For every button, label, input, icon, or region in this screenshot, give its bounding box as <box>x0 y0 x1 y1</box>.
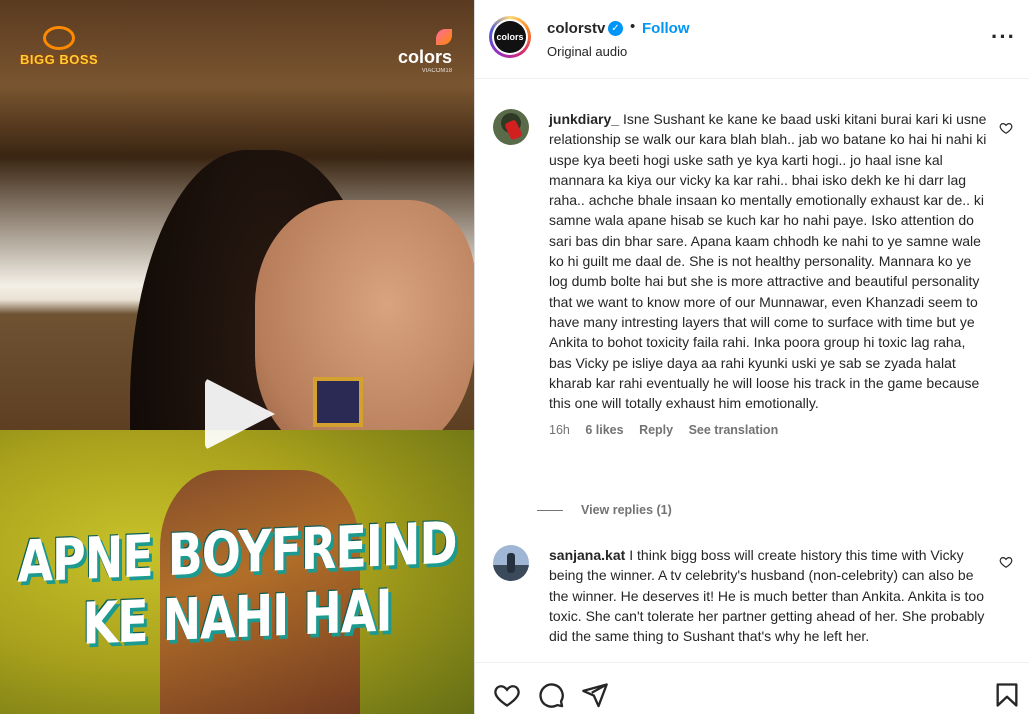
audio-label[interactable]: Original audio <box>547 44 627 59</box>
comment-meta: 16h 6 likes Reply See translation <box>549 420 989 440</box>
verified-badge-icon: ✓ <box>608 21 623 36</box>
separator-dot: • <box>630 18 636 35</box>
more-options-icon[interactable]: ··· <box>991 24 1016 50</box>
reply-button[interactable]: Reply <box>639 423 673 437</box>
avatar[interactable]: colors <box>489 16 531 58</box>
see-translation-button[interactable]: See translation <box>689 423 779 437</box>
post-username[interactable]: colorstv <box>547 20 605 37</box>
heart-icon[interactable] <box>999 555 1013 569</box>
comment-username[interactable]: sanjana.kat <box>549 547 625 563</box>
share-icon[interactable] <box>581 681 609 709</box>
bookmark-icon[interactable] <box>993 681 1021 709</box>
comments-list[interactable]: junkdiary_ Isne Sushant ke kane ke baad u… <box>475 79 1029 662</box>
follow-button[interactable]: Follow <box>642 20 690 37</box>
comment-avatar[interactable] <box>493 545 529 581</box>
video-frame-face <box>255 200 474 460</box>
video-frame-earring <box>313 377 363 427</box>
heart-icon[interactable] <box>999 121 1013 135</box>
reel-video[interactable]: BIGG BOSS colors VIACOM18 APNE BOYFREIND… <box>0 0 474 714</box>
post-header: colors colorstv ✓ • Follow Original audi… <box>475 0 1029 79</box>
post-details-panel: colors colorstv ✓ • Follow Original audi… <box>474 0 1029 715</box>
view-replies-button[interactable]: View replies (1) <box>537 503 672 517</box>
comment-username[interactable]: junkdiary_ <box>549 111 619 127</box>
bigg-boss-logo: BIGG BOSS <box>20 26 98 67</box>
heart-icon[interactable] <box>493 681 521 709</box>
comment-avatar[interactable] <box>493 109 529 145</box>
comment-time[interactable]: 16h <box>549 423 570 437</box>
comment-likes[interactable]: 6 likes <box>585 423 623 437</box>
post-actions-bar <box>475 662 1029 715</box>
play-icon[interactable] <box>205 378 275 450</box>
comment-icon[interactable] <box>537 681 565 709</box>
colors-channel-logo: colors VIACOM18 <box>398 29 453 74</box>
comment-text: Isne Sushant ke kane ke baad uski kitani… <box>549 111 987 412</box>
